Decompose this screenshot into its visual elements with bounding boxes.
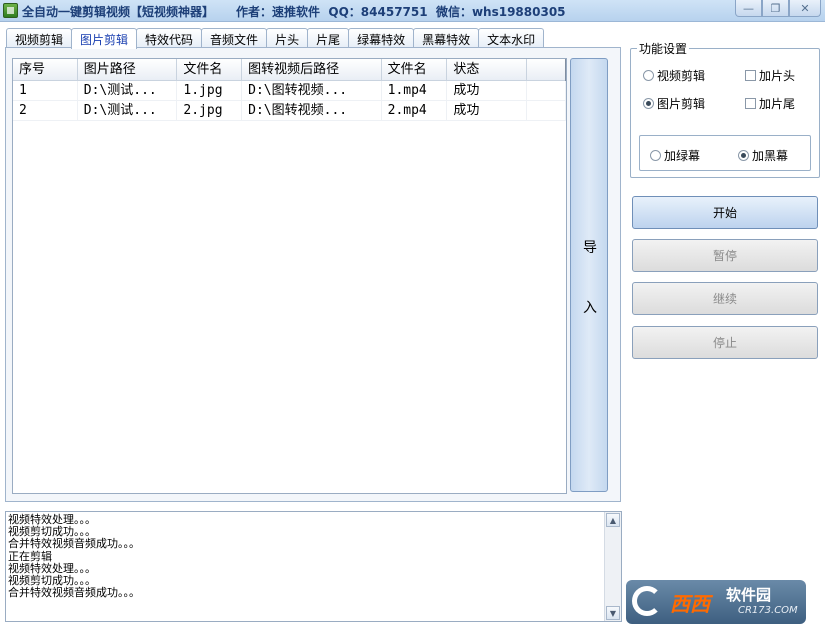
logo-url: CR173.COM — [738, 605, 798, 616]
import-button[interactable]: 导 入 — [570, 58, 608, 492]
scroll-up-icon[interactable]: ▲ — [606, 513, 620, 527]
pause-button[interactable]: 暂停 — [632, 239, 818, 272]
tab-video-edit[interactable]: 视频剪辑 — [6, 28, 73, 48]
column-header-file-name[interactable]: 文件名 — [177, 59, 243, 81]
table-row[interactable]: 2 D:\测试... 2.jpg D:\图转视频... 2.mp4 成功 — [13, 101, 566, 121]
cell-index: 2 — [13, 101, 78, 121]
import-label-char1: 导 — [583, 240, 597, 256]
checkbox-icon — [745, 98, 756, 109]
radio-black-screen-label: 加黑幕 — [752, 149, 789, 163]
function-settings-group: 功能设置 视频剪辑 加片头 图片剪辑 加片尾 加绿幕 加黑幕 — [630, 40, 820, 178]
radio-video-edit[interactable]: 视频剪辑 — [643, 67, 705, 84]
radio-selected-icon — [643, 98, 654, 109]
column-header-empty[interactable] — [527, 59, 566, 81]
minimize-icon: — — [743, 1, 754, 15]
cell-empty — [527, 81, 566, 101]
log-lines: 视频特效处理。。。 视频剪切成功。。。 合并特效视频音频成功。。。 正在剪辑 视… — [8, 513, 603, 600]
tab-outro[interactable]: 片尾 — [307, 28, 350, 48]
radio-green-screen[interactable]: 加绿幕 — [650, 147, 700, 164]
close-button[interactable]: ✕ — [789, 0, 821, 17]
tab-intro[interactable]: 片头 — [266, 28, 309, 48]
column-header-image-path[interactable]: 图片路径 — [78, 59, 178, 81]
radio-icon — [643, 70, 654, 81]
radio-selected-icon — [738, 150, 749, 161]
logo-suffix: 软件园 — [726, 586, 772, 604]
tab-effect-code[interactable]: 特效代码 — [136, 28, 203, 48]
log-line: 视频特效处理。。。 — [8, 513, 96, 526]
cell-status: 成功 — [447, 101, 528, 121]
cell-image-path: D:\测试... — [78, 101, 178, 121]
log-scrollbar[interactable]: ▲ ▼ — [604, 512, 621, 621]
log-line: 合并特效视频音频成功。。。 — [8, 537, 140, 551]
window-title: 全自动一键剪辑视频【短视频神器】 作者：速推软件 QQ：84457751 微信：w… — [22, 3, 566, 20]
column-header-status[interactable]: 状态 — [447, 59, 528, 81]
cell-image-path: D:\测试... — [78, 81, 178, 101]
table-header: 序号 图片路径 文件名 图转视频后路径 文件名 状态 — [13, 59, 566, 81]
tab-audio-file[interactable]: 音频文件 — [201, 28, 268, 48]
radio-black-screen[interactable]: 加黑幕 — [738, 147, 788, 164]
scroll-down-icon[interactable]: ▼ — [606, 606, 620, 620]
author-text: 作者：速推软件 — [236, 5, 321, 19]
tab-green-screen[interactable]: 绿幕特效 — [348, 28, 415, 48]
maximize-button[interactable]: ❐ — [762, 0, 789, 17]
resume-button[interactable]: 继续 — [632, 282, 818, 315]
file-table[interactable]: 序号 图片路径 文件名 图转视频后路径 文件名 状态 1 D:\测试... 1.… — [12, 58, 567, 494]
cell-output-file-name: 2.mp4 — [382, 101, 448, 121]
cell-output-path: D:\图转视频... — [242, 81, 382, 101]
radio-icon — [650, 150, 661, 161]
log-line: 合并特效视频音频成功。。。 — [8, 586, 140, 600]
column-header-output-file-name[interactable]: 文件名 — [382, 59, 448, 81]
log-textarea[interactable]: 视频特效处理。。。 视频剪切成功。。。 合并特效视频音频成功。。。 正在剪辑 视… — [5, 511, 622, 622]
title-bar: 全自动一键剪辑视频【短视频神器】 作者：速推软件 QQ：84457751 微信：w… — [0, 0, 825, 22]
cell-empty — [527, 101, 566, 121]
table-row[interactable]: 1 D:\测试... 1.jpg D:\图转视频... 1.mp4 成功 — [13, 81, 566, 101]
log-line: 视频特效处理。。。 — [8, 561, 96, 575]
radio-image-edit-label: 图片剪辑 — [657, 97, 706, 111]
checkbox-icon — [745, 70, 756, 81]
cell-status: 成功 — [447, 81, 528, 101]
stop-button[interactable]: 停止 — [632, 326, 818, 359]
tab-image-edit[interactable]: 图片剪辑 — [71, 28, 138, 49]
checkbox-add-outro-label: 加片尾 — [759, 97, 796, 111]
restore-icon: ❐ — [770, 1, 781, 15]
cell-file-name: 2.jpg — [177, 101, 243, 121]
import-label-char2: 入 — [583, 300, 597, 316]
tab-panel-image-edit: 序号 图片路径 文件名 图转视频后路径 文件名 状态 1 D:\测试... 1.… — [5, 47, 621, 502]
close-icon: ✕ — [800, 1, 810, 15]
function-settings-title: 功能设置 — [637, 40, 690, 57]
cell-index: 1 — [13, 81, 78, 101]
tab-black-screen[interactable]: 黑幕特效 — [413, 28, 480, 48]
cell-output-file-name: 1.mp4 — [382, 81, 448, 101]
cell-file-name: 1.jpg — [177, 81, 243, 101]
checkbox-add-outro[interactable]: 加片尾 — [745, 95, 795, 112]
checkbox-add-intro[interactable]: 加片头 — [745, 67, 795, 84]
logo-brand: 西西 — [670, 592, 710, 616]
cell-output-path: D:\图转视频... — [242, 101, 382, 121]
radio-image-edit[interactable]: 图片剪辑 — [643, 95, 705, 112]
tab-text-watermark[interactable]: 文本水印 — [478, 28, 545, 48]
log-line: 正在剪辑 — [8, 549, 52, 563]
checkbox-add-intro-label: 加片头 — [759, 69, 796, 83]
wechat-text: 微信：whs19880305 — [435, 5, 566, 19]
window-controls: — ❐ ✕ — [735, 0, 821, 17]
radio-video-edit-label: 视频剪辑 — [657, 69, 706, 83]
app-title: 全自动一键剪辑视频【短视频神器】 — [22, 5, 215, 19]
screen-effect-group: 加绿幕 加黑幕 — [639, 135, 811, 171]
app-icon — [3, 3, 18, 18]
column-header-output-path[interactable]: 图转视频后路径 — [242, 59, 382, 81]
site-watermark-logo: 西西 软件园 CR173.COM — [626, 580, 806, 624]
radio-green-screen-label: 加绿幕 — [664, 149, 701, 163]
qq-text: QQ：84457751 — [328, 5, 428, 19]
tab-bar: 视频剪辑 图片剪辑 特效代码 音频文件 片头 片尾 绿幕特效 黑幕特效 文本水印 — [6, 28, 545, 49]
logo-mark-icon — [632, 586, 662, 616]
column-header-index[interactable]: 序号 — [13, 59, 78, 81]
start-button[interactable]: 开始 — [632, 196, 818, 229]
minimize-button[interactable]: — — [735, 0, 762, 17]
